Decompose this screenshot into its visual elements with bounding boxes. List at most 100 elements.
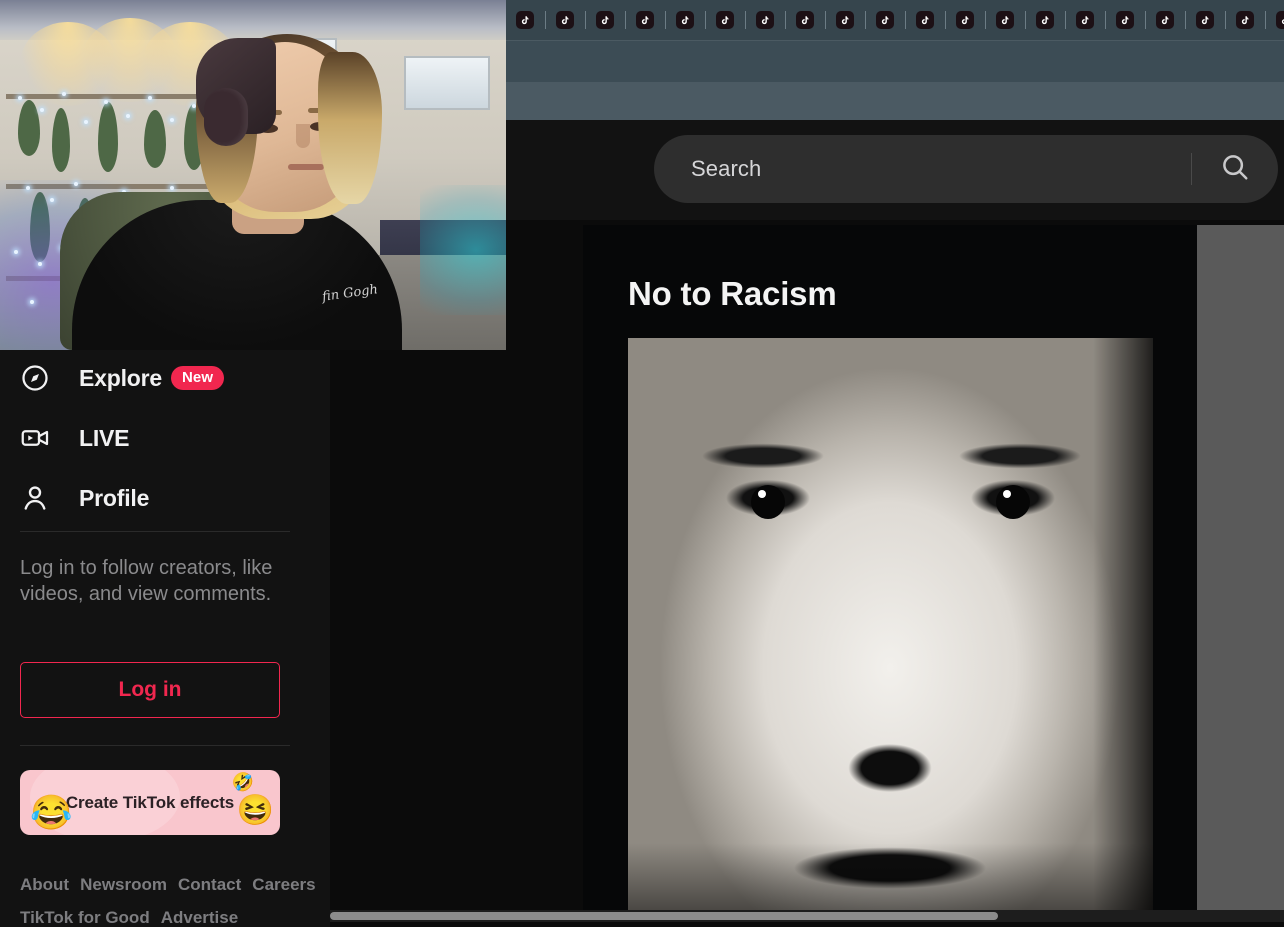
tiktok-favicon — [556, 11, 574, 29]
browser-tab[interactable] — [785, 0, 825, 40]
fairy-light — [40, 108, 44, 112]
room-window — [404, 56, 490, 110]
footer-row: About Newsroom Contact Careers — [20, 875, 320, 895]
browser-tab[interactable] — [1065, 0, 1105, 40]
live-video-icon — [20, 423, 50, 453]
tiktok-favicon — [956, 11, 974, 29]
browser-tab[interactable] — [545, 0, 585, 40]
sidebar-item-label-wrap: LIVE — [79, 424, 130, 452]
horizontal-scrollbar[interactable] — [330, 910, 1284, 922]
fairy-light — [26, 186, 30, 190]
fairy-light — [14, 250, 18, 254]
video-player[interactable]: No to Racism — [583, 225, 1197, 913]
meme-eye-left — [751, 485, 785, 519]
browser-tab[interactable] — [1105, 0, 1145, 40]
sidebar-item-label: Profile — [79, 484, 150, 511]
fairy-light — [84, 120, 88, 124]
person-icon — [20, 483, 50, 513]
tiktok-favicon — [756, 11, 774, 29]
tiktok-favicon — [796, 11, 814, 29]
tiktok-favicon — [836, 11, 854, 29]
meme-eye-right — [996, 485, 1030, 519]
search-bar[interactable]: Search — [654, 135, 1278, 203]
footer-link[interactable]: About — [20, 875, 69, 895]
footer-link[interactable]: Newsroom — [80, 875, 167, 895]
footer-link[interactable]: Advertise — [161, 908, 238, 927]
search-icon — [1220, 152, 1250, 187]
fairy-light — [18, 96, 22, 100]
rgb-glow-cyan — [420, 185, 506, 315]
browser-toolbar-primary[interactable] — [505, 40, 1284, 82]
browser-tab[interactable] — [985, 0, 1025, 40]
tiktok-favicon — [596, 11, 614, 29]
footer-row: TikTok for Good Advertise — [20, 908, 320, 927]
laughing-emoji-right: 😆 — [236, 794, 274, 827]
fairy-light — [170, 118, 174, 122]
tiktok-favicon — [916, 11, 934, 29]
login-button[interactable]: Log in — [20, 662, 280, 718]
headphone-earcup — [204, 88, 248, 146]
frame-shadow-right — [1093, 338, 1153, 913]
fairy-light — [104, 100, 108, 104]
browser-tab[interactable] — [745, 0, 785, 40]
create-effects-banner[interactable]: 😂 🤣 Create TikTok effects 😆 — [20, 770, 280, 835]
search-input[interactable]: Search — [654, 156, 1191, 182]
sidebar-item-live[interactable]: LIVE — [20, 408, 310, 468]
streamer-nose — [296, 124, 310, 148]
create-effects-label: Create TikTok effects — [65, 792, 235, 812]
browser-tab[interactable] — [505, 0, 545, 40]
browser-tab[interactable] — [625, 0, 665, 40]
tiktok-favicon — [1116, 11, 1134, 29]
fairy-light — [62, 92, 66, 96]
tiktok-favicon — [1276, 11, 1284, 29]
sidebar-item-profile[interactable]: Profile — [20, 468, 310, 528]
login-prompt-text: Log in to follow creators, like videos, … — [20, 557, 273, 605]
streamer-webcam-overlay: fin Gogh — [0, 0, 506, 350]
browser-tab[interactable] — [705, 0, 745, 40]
browser-tab[interactable] — [865, 0, 905, 40]
tiktok-favicon — [1076, 11, 1094, 29]
video-caption: No to Racism — [628, 275, 837, 312]
search-button[interactable] — [1192, 135, 1278, 203]
browser-chrome — [505, 0, 1284, 120]
streamer-hair-right — [318, 52, 382, 204]
sidebar-item-label: Explore — [79, 364, 162, 391]
scrollbar-thumb[interactable] — [330, 912, 998, 920]
video-frame-image — [628, 338, 1153, 913]
video-side-pane — [1197, 225, 1284, 913]
browser-tab[interactable] — [665, 0, 705, 40]
sidebar-divider-top — [20, 531, 290, 532]
browser-tab[interactable] — [1185, 0, 1225, 40]
browser-tab[interactable] — [825, 0, 865, 40]
browser-tab[interactable] — [905, 0, 945, 40]
fairy-light — [74, 182, 78, 186]
tiktok-favicon — [516, 11, 534, 29]
screen: Search No to Racism Explore New LIVE Pro… — [0, 0, 1284, 927]
tiktok-favicon — [1036, 11, 1054, 29]
browser-tab[interactable] — [945, 0, 985, 40]
tiktok-favicon — [716, 11, 734, 29]
sidebar-item-label-wrap: Profile — [79, 485, 149, 512]
tiktok-favicon — [676, 11, 694, 29]
streamer-mouth — [288, 164, 324, 170]
browser-tab[interactable] — [585, 0, 625, 40]
footer-link[interactable]: TikTok for Good — [20, 908, 150, 927]
browser-tabstrip[interactable] — [505, 0, 1284, 40]
tiktok-favicon — [1196, 11, 1214, 29]
fairy-light — [170, 186, 174, 190]
footer-link[interactable]: Careers — [252, 875, 315, 895]
meme-face — [628, 338, 1153, 913]
footer-link[interactable]: Contact — [178, 875, 241, 895]
browser-tab[interactable] — [1145, 0, 1185, 40]
browser-toolbar-secondary[interactable] — [505, 82, 1284, 120]
new-badge: New — [170, 366, 225, 390]
sidebar-item-explore[interactable]: Explore New — [20, 348, 310, 408]
tiktok-favicon — [636, 11, 654, 29]
fairy-light — [50, 198, 54, 202]
browser-tab[interactable] — [1025, 0, 1065, 40]
browser-tab[interactable] — [1265, 0, 1284, 40]
sidebar-footer: About Newsroom Contact Careers TikTok for Go… — [20, 875, 320, 927]
compass-icon — [20, 363, 50, 393]
sidebar-item-label: LIVE — [79, 424, 130, 451]
browser-tab[interactable] — [1225, 0, 1265, 40]
